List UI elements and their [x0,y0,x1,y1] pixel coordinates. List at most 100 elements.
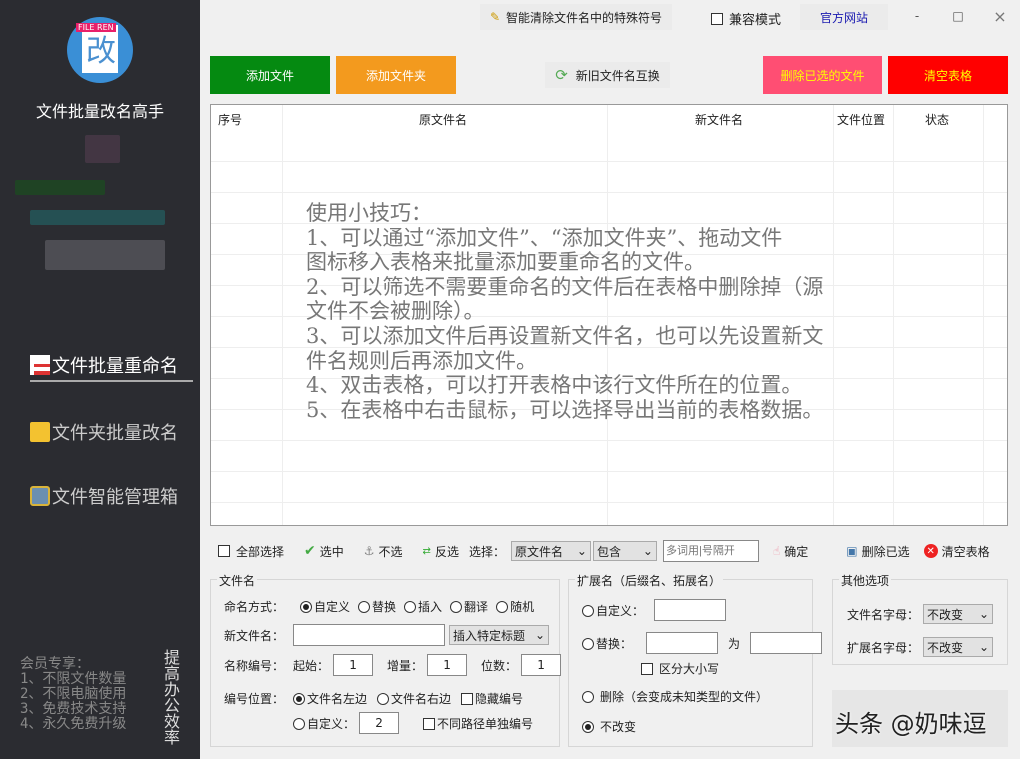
blurred-info [45,240,165,270]
ext-unchanged-radio[interactable]: 不改变 [582,718,636,735]
new-name-input[interactable] [293,624,445,646]
mode-radio[interactable]: 自定义 [300,598,350,615]
extension-group: 扩展名（后缀名、拓展名） 自定义： 替换： 为 区分大小写 删除（会变成未知类型… [568,572,823,747]
other-options-group: 其他选项 文件名字母： 不改变 ⌄ 扩展名字母： 不改变 ⌄ [832,572,1008,665]
clear-table-button[interactable]: 清空表格 [888,56,1008,94]
website-link[interactable]: 官方网站 [800,4,888,30]
label: 自定义： [596,603,645,618]
ext-case-select[interactable]: 不改变 ⌄ [923,637,994,657]
label: 不改变 [600,720,637,734]
separate-paths-checkbox[interactable]: 不同路径单独编号 [423,715,533,732]
column-header[interactable]: 原文件名 [419,111,467,128]
chevron-down-icon: ⌄ [978,607,990,621]
match-select[interactable]: 包含 ⌄ [592,541,657,561]
label: 编号位置： [224,692,285,706]
label: 文件名右边 [391,692,452,706]
add-folder-button[interactable]: 添加文件夹 [336,56,456,94]
label: 为 [728,636,741,651]
hide-number-checkbox[interactable]: 隐藏编号 [461,690,523,707]
label: 隐藏编号 [475,692,524,706]
select-all-checkbox[interactable]: 全部选择 [218,543,284,560]
label: 选中 [319,544,344,559]
group-title: 文件名 [217,572,258,589]
ext-custom-radio[interactable]: 自定义： [582,602,644,619]
label: 替换： [596,636,633,651]
label: 智能清除文件名中的特殊符号 [506,10,663,25]
nav-file-manager[interactable]: 文件智能管理箱 [30,483,178,509]
case-sensitive-checkbox[interactable]: 区分大小写 [641,660,719,677]
magic-wand-icon: ✎ [489,10,501,24]
compat-mode-checkbox[interactable]: 兼容模式 [711,9,781,28]
label: 自定义 [314,600,351,614]
ext-delete-radio[interactable]: 删除（会变成未知类型的文件） [582,688,768,705]
column-header[interactable]: 状态 [925,111,949,128]
error-icon: ✕ [923,544,938,558]
delete-doc-icon: ▣ [846,544,858,558]
chevron-down-icon: ⌄ [576,544,587,558]
label: 新旧文件名互换 [575,68,660,83]
close-button[interactable]: × [988,6,1012,26]
value: 不改变 [927,607,964,622]
filter-bar: 全部选择 ✔选中 ⚓不选 ⇄反选 选择： 原文件名 ⌄ 包含 ⌄ ☝确定 ▣删除已选… [210,536,1008,566]
label: 起始： [293,658,330,673]
mode-radio[interactable]: 插入 [404,598,442,615]
group-title: 扩展名（后缀名、拓展名） [575,572,724,589]
label: 确定 [784,544,809,559]
confirm-button[interactable]: ☝ 确定 [773,543,808,560]
pos-right-radio[interactable]: 文件名右边 [377,690,451,707]
column-header[interactable]: 新文件名 [695,111,743,128]
clean-symbols-button[interactable]: ✎ 智能清除文件名中的特殊符号 [480,4,672,30]
watermark: 头条 @奶味逗 [835,710,987,738]
add-file-button[interactable]: 添加文件 [210,56,330,94]
label: 扩展名字母： [847,640,920,655]
value: 原文件名 [514,544,563,559]
sidebar: FILE REN 改 文件批量改名高手 文件批量重命名 文件夹批量改名 文件智能… [0,0,200,759]
mode-radio[interactable]: 随机 [496,598,534,615]
field-select[interactable]: 原文件名 ⌄ [510,541,591,561]
refresh-icon: ⟳ [555,66,568,84]
step-input[interactable]: 1 [427,654,468,676]
label: 命名方式： [224,600,285,614]
filename-group: 文件名 命名方式： 自定义 替换 插入 翻译 随机 新文件名： 插入特定标题 ⌄ … [210,572,562,747]
maximize-button[interactable]: □ [946,6,970,26]
digits-input[interactable]: 1 [521,654,562,676]
column-header[interactable]: 序号 [218,111,242,128]
pos-left-radio[interactable]: 文件名左边 [293,690,367,707]
filename-case-select[interactable]: 不改变 ⌄ [923,604,994,624]
custom-pos-input[interactable]: 2 [359,712,400,734]
invert-icon: ⇄ [422,545,431,557]
app-title: 文件批量改名高手 [35,102,164,121]
ext-replace-from-input[interactable] [646,632,719,654]
app-logo: FILE REN 改 [67,17,133,83]
ext-replace-to-input[interactable] [750,632,823,654]
invert-button[interactable]: ⇄ 反选 [423,543,459,560]
nav-folder-rename[interactable]: 文件夹批量改名 [30,419,178,445]
mode-radio[interactable]: 替换 [358,598,396,615]
check-button[interactable]: ✔ 选中 [304,543,344,560]
clear-table-small-button[interactable]: ✕ 清空表格 [923,543,990,560]
label: 反选 [434,544,459,559]
nav-label: 文件夹批量改名 [52,423,178,444]
keyword-input[interactable] [662,540,759,562]
uncheck-button[interactable]: ⚓ 不选 [364,543,403,560]
ext-custom-input[interactable] [654,599,727,621]
start-input[interactable]: 1 [333,654,374,676]
label: 不同路径单独编号 [437,716,534,731]
swap-names-button[interactable]: ⟳ 新旧文件名互换 [545,62,670,88]
document-icon [30,355,50,375]
label: 自定义： [307,716,356,731]
chevron-down-icon: ⌄ [642,544,653,558]
column-header[interactable]: 文件位置 [837,111,885,128]
mode-radio[interactable]: 翻译 [450,598,488,615]
label: 删除（会变成未知类型的文件） [600,690,769,704]
label: 文件名左边 [307,692,368,706]
insert-title-select[interactable]: 插入特定标题 ⌄ [449,625,549,645]
label: 删除已选 [861,544,910,559]
delete-selected-button[interactable]: ▣ 删除已选 [846,543,909,560]
delete-selected-files-button[interactable]: 删除已选的文件 [763,56,882,94]
ext-replace-radio[interactable]: 替换： [582,635,632,652]
pos-custom-radio[interactable]: 自定义： [293,715,355,732]
nav-batch-rename[interactable]: 文件批量重命名 [30,352,193,382]
logo-tag: FILE REN [76,23,116,32]
minimize-button[interactable]: - [905,6,929,26]
